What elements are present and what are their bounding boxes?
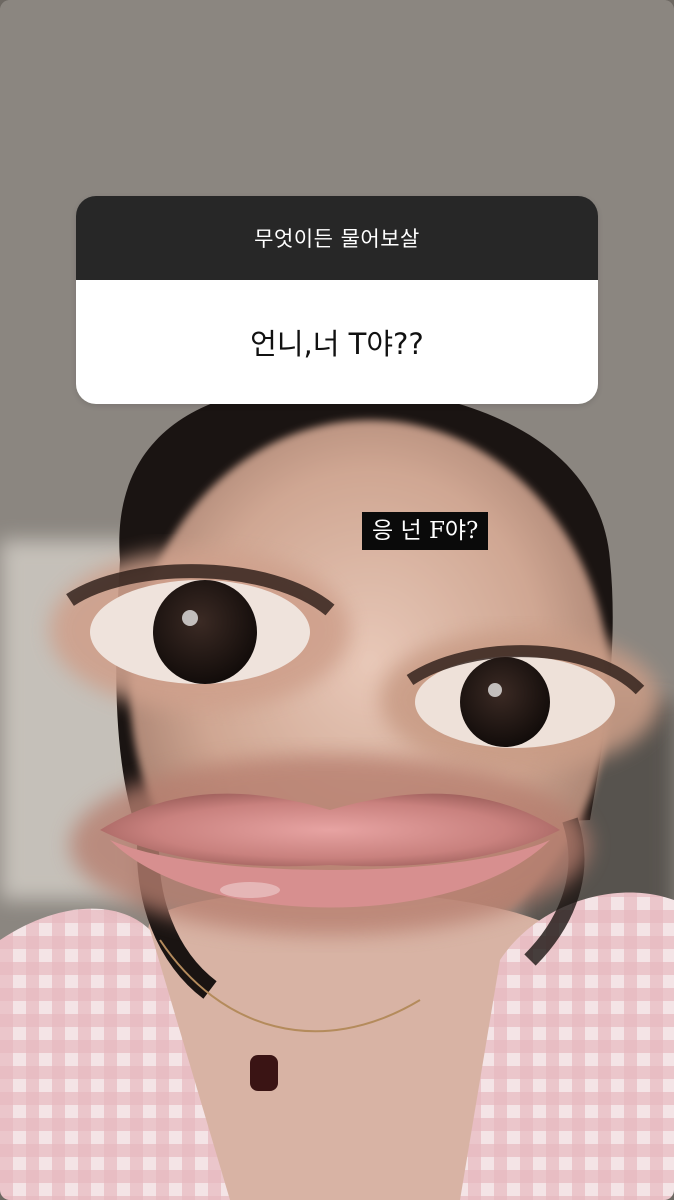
- question-sticker[interactable]: 무엇이든 물어보살 언니,너 T야??: [76, 196, 598, 404]
- reply-text-label: 응 넌 F야?: [362, 512, 489, 550]
- question-sticker-question: 언니,너 T야??: [76, 280, 598, 404]
- story-photo: [0, 0, 674, 1200]
- question-sticker-prompt: 무엇이든 물어보살: [76, 196, 598, 280]
- story-view: 무엇이든 물어보살 언니,너 T야?? 응 넌 F야?: [0, 0, 674, 1200]
